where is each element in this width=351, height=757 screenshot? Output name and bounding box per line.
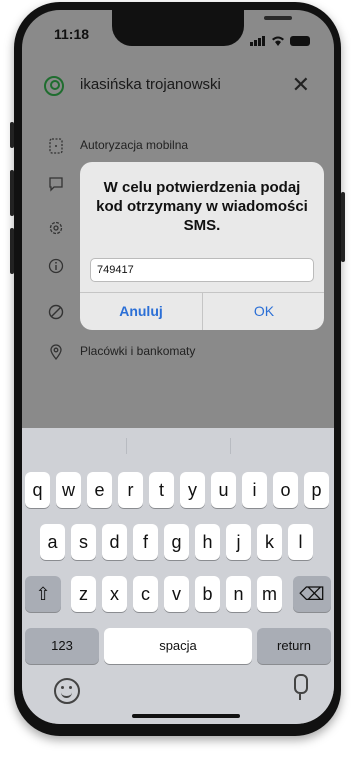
key-j[interactable]: j: [226, 524, 251, 560]
key-g[interactable]: g: [164, 524, 189, 560]
user-name: ikasińska trojanowski: [80, 76, 221, 93]
info-icon: [48, 258, 64, 274]
menu-item-mobile-auth[interactable]: Autoryzacja mobilna: [22, 136, 334, 164]
key-h[interactable]: h: [195, 524, 220, 560]
keyboard: q w e r t y u i o p a s d f g h j k l ⇧ …: [22, 428, 334, 724]
speaker: [264, 16, 292, 20]
menu-label-branches: Placówki i bankomaty: [80, 344, 196, 358]
suggestion-separator: [230, 438, 231, 454]
wifi-icon: [272, 36, 284, 46]
key-n[interactable]: n: [226, 576, 251, 612]
sms-code-dialog: W celu potwierdzenia podaj kod otrzymany…: [80, 162, 324, 330]
status-bar: 11:18: [22, 10, 334, 58]
battery-icon: [290, 36, 310, 46]
cancel-button[interactable]: Anuluj: [80, 293, 202, 330]
status-icons: [250, 28, 310, 46]
location-icon: [50, 344, 62, 360]
numbers-key[interactable]: 123: [25, 628, 99, 664]
app-header: ikasińska trojanowski ✕: [22, 72, 334, 102]
key-e[interactable]: e: [87, 472, 112, 508]
key-v[interactable]: v: [164, 576, 189, 612]
screen: 11:18 ikasińska trojanowski ✕ Autoryzacj…: [22, 10, 334, 724]
key-k[interactable]: k: [257, 524, 282, 560]
key-z[interactable]: z: [71, 576, 96, 612]
microphone-icon[interactable]: [294, 674, 308, 700]
user-icon: [44, 76, 64, 96]
key-d[interactable]: d: [102, 524, 127, 560]
key-u[interactable]: u: [211, 472, 236, 508]
menu-item-branches[interactable]: Placówki i bankomaty: [22, 342, 334, 370]
return-key[interactable]: return: [257, 628, 331, 664]
space-key[interactable]: spacja: [104, 628, 252, 664]
key-m[interactable]: m: [257, 576, 282, 612]
key-l[interactable]: l: [288, 524, 313, 560]
sms-code-input[interactable]: 749417: [90, 258, 314, 282]
mobile-auth-icon: [49, 138, 63, 154]
key-c[interactable]: c: [133, 576, 158, 612]
key-x[interactable]: x: [102, 576, 127, 612]
settings-icon: [49, 221, 63, 235]
mute-switch: [10, 122, 14, 148]
block-icon: [48, 304, 64, 320]
close-button[interactable]: ✕: [292, 72, 310, 98]
status-time: 11:18: [54, 26, 90, 42]
key-o[interactable]: o: [273, 472, 298, 508]
key-p[interactable]: p: [304, 472, 329, 508]
chat-icon: [49, 177, 63, 192]
ok-button[interactable]: OK: [203, 293, 324, 330]
signal-icon: [250, 28, 266, 46]
key-w[interactable]: w: [56, 472, 81, 508]
key-s[interactable]: s: [71, 524, 96, 560]
dialog-message: W celu potwierdzenia podaj kod otrzymany…: [96, 179, 308, 234]
menu-label-mobile-auth: Autoryzacja mobilna: [80, 138, 189, 152]
key-r[interactable]: r: [118, 472, 143, 508]
key-b[interactable]: b: [195, 576, 220, 612]
key-y[interactable]: y: [180, 472, 205, 508]
volume-up-button: [10, 170, 14, 216]
home-indicator[interactable]: [132, 714, 240, 718]
shift-key[interactable]: ⇧: [25, 576, 61, 612]
notch: [112, 10, 292, 46]
suggestion-bar: [22, 428, 334, 464]
key-t[interactable]: t: [149, 472, 174, 508]
key-i[interactable]: i: [242, 472, 267, 508]
power-button: [341, 192, 345, 262]
key-f[interactable]: f: [133, 524, 158, 560]
suggestion-separator: [126, 438, 127, 454]
backspace-key[interactable]: ⌫: [293, 576, 331, 612]
emoji-icon[interactable]: [54, 678, 80, 704]
key-a[interactable]: a: [40, 524, 65, 560]
key-q[interactable]: q: [25, 472, 50, 508]
volume-down-button: [10, 228, 14, 274]
